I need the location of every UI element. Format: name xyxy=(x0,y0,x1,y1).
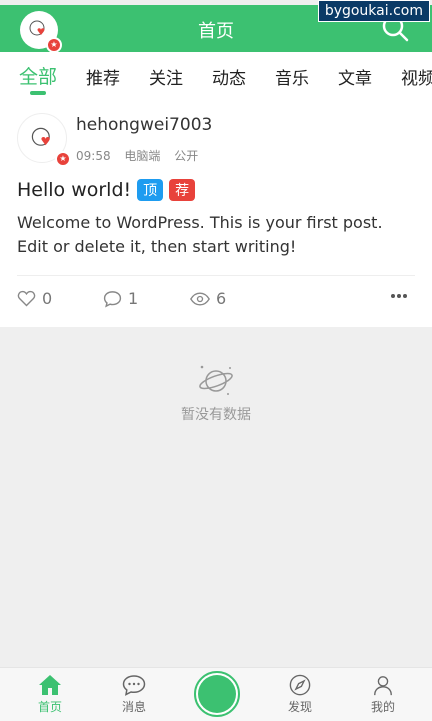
view-count: 6 xyxy=(216,289,227,308)
planet-icon xyxy=(199,365,233,395)
post-title-row[interactable]: Hello world! 顶 荐 xyxy=(17,179,196,201)
view-count-stat: 6 xyxy=(190,289,226,308)
active-tab-indicator xyxy=(30,91,46,95)
tab-all[interactable]: 全部 xyxy=(19,62,57,89)
bottom-navigation: 首页 消息 发现 我的 xyxy=(0,667,432,721)
divider xyxy=(17,275,415,276)
nav-mine-label: 我的 xyxy=(370,700,395,714)
recommended-tag: 荐 xyxy=(169,179,196,201)
comment-icon xyxy=(103,290,122,307)
post-card[interactable]: ★ hehongwei7003 09:58 电脑端 公开 Hello world… xyxy=(0,97,432,327)
nav-home-label: 首页 xyxy=(37,700,62,714)
author-avatar[interactable]: ★ xyxy=(17,113,71,167)
site-watermark: bygoukai.com xyxy=(317,0,430,22)
home-icon xyxy=(39,675,61,695)
post-visibility: 公开 xyxy=(174,149,199,163)
tab-videos[interactable]: 视频 xyxy=(401,64,432,89)
compass-icon xyxy=(289,674,311,696)
post-device: 电脑端 xyxy=(124,149,161,163)
tab-moments[interactable]: 动态 xyxy=(212,64,246,89)
empty-state: 暂没有数据 xyxy=(0,362,432,424)
author-name[interactable]: hehongwei7003 xyxy=(76,115,212,135)
post-time: 09:58 xyxy=(76,149,111,163)
tab-following[interactable]: 关注 xyxy=(149,64,183,89)
post-title[interactable]: Hello world! xyxy=(17,179,131,201)
nav-mine[interactable]: 我的 xyxy=(353,674,413,715)
comment-count: 1 xyxy=(128,289,139,308)
nav-messages[interactable]: 消息 xyxy=(104,674,164,715)
empty-state-text: 暂没有数据 xyxy=(181,407,251,423)
comment-button[interactable]: 1 xyxy=(103,289,138,308)
category-tabs: 全部 推荐 关注 动态 音乐 文章 视频 xyxy=(0,52,432,97)
tab-recommended[interactable]: 推荐 xyxy=(86,64,120,89)
like-count: 0 xyxy=(42,289,53,308)
nav-messages-label: 消息 xyxy=(121,700,146,714)
post-excerpt[interactable]: Welcome to WordPress. This is your first… xyxy=(17,211,417,259)
heart-face-icon xyxy=(31,127,50,146)
pinned-tag: 顶 xyxy=(137,179,164,201)
chat-bubble-icon xyxy=(122,675,146,696)
nav-discover-label: 发现 xyxy=(287,700,312,714)
nav-discover[interactable]: 发现 xyxy=(270,674,330,715)
publish-button-fill xyxy=(198,675,236,713)
tab-music[interactable]: 音乐 xyxy=(275,64,309,89)
like-button[interactable]: 0 xyxy=(17,289,52,308)
publish-button[interactable] xyxy=(194,671,240,717)
heart-icon xyxy=(17,290,36,307)
star-badge-icon: ★ xyxy=(55,151,71,167)
nav-home[interactable]: 首页 xyxy=(20,674,80,715)
tab-articles[interactable]: 文章 xyxy=(338,64,372,89)
user-icon xyxy=(374,676,392,696)
top-header: ★ 首页 bygoukai.com xyxy=(0,0,432,53)
more-options-icon[interactable] xyxy=(390,293,408,299)
eye-icon xyxy=(190,291,210,306)
post-meta: 09:58 电脑端 公开 xyxy=(76,147,208,164)
